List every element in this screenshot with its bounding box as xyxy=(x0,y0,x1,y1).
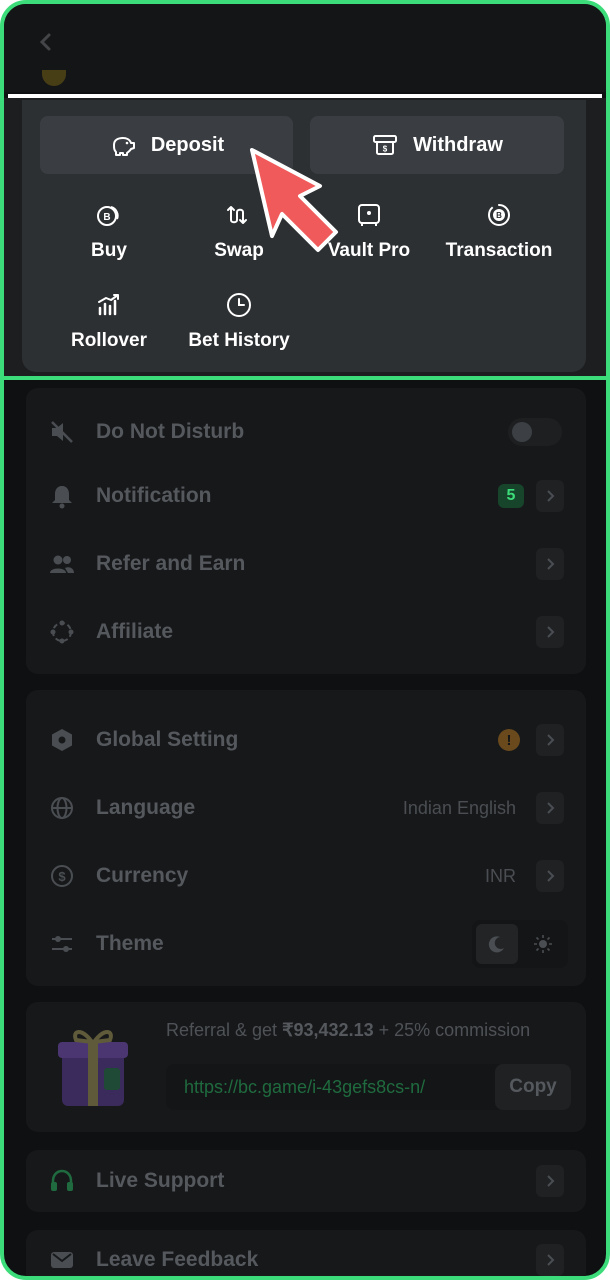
bet-history-action[interactable]: Bet History xyxy=(174,290,304,352)
menu-row-refer-and-earn[interactable]: Refer and Earn xyxy=(26,544,586,584)
deposit-label: Deposit xyxy=(150,133,225,156)
referral-amount: ₹93,432.13 xyxy=(282,1020,374,1040)
menu-row-do-not-disturb[interactable]: Do Not Disturb xyxy=(26,412,586,452)
notification-label: Notification xyxy=(96,484,212,507)
menu-row-leave-feedback[interactable]: Leave Feedback xyxy=(26,1240,586,1276)
menu-row-theme: Theme xyxy=(26,920,586,968)
dollar-circle-icon: $ xyxy=(51,865,73,887)
menu-card-notifications: Do Not Disturb Notification 5 Refer and … xyxy=(26,388,586,674)
rollover-chart-icon xyxy=(98,294,119,316)
withdraw-cash-icon: $ xyxy=(373,135,398,155)
clock-icon xyxy=(227,293,251,317)
notification-count-badge: 5 xyxy=(498,484,524,508)
buy-action[interactable]: B Buy xyxy=(44,200,174,262)
copy-button[interactable]: Copy xyxy=(495,1064,571,1110)
theme-label: Theme xyxy=(96,932,164,955)
refer-and-earn-label: Refer and Earn xyxy=(96,552,246,575)
leave-feedback-label: Leave Feedback xyxy=(96,1248,259,1271)
menu-row-affiliate[interactable]: Affiliate xyxy=(26,612,586,652)
live-support-label: Live Support xyxy=(96,1169,225,1192)
coin-icon xyxy=(42,70,66,86)
affiliate-network-icon xyxy=(50,620,74,644)
settings-hexagon-icon xyxy=(52,729,72,751)
chevron-right-icon xyxy=(536,616,564,648)
do-not-disturb-label: Do Not Disturb xyxy=(96,420,245,443)
chevron-right-icon xyxy=(536,480,564,512)
piggy-bank-icon xyxy=(112,137,135,156)
menu-row-live-support[interactable]: Live Support xyxy=(26,1161,586,1201)
referral-text: Referral & get ₹93,432.13 + 25% commissi… xyxy=(166,1020,531,1040)
back-arrow-icon[interactable] xyxy=(36,30,56,54)
global-setting-label: Global Setting xyxy=(96,728,239,751)
chevron-right-icon xyxy=(536,724,564,756)
svg-text:B: B xyxy=(103,212,110,223)
language-value: Indian English xyxy=(402,797,516,818)
referral-link-box: https://bc.game/i-43gefs8cs-n/ Copy xyxy=(166,1064,571,1110)
users-icon xyxy=(50,555,74,573)
bell-icon xyxy=(52,486,72,509)
menu-card-settings: Global Setting ! Language Indian English… xyxy=(26,690,586,986)
transaction-icon: B xyxy=(488,204,510,226)
bitcoin-coin-icon: B xyxy=(97,206,119,226)
muted-speaker-icon xyxy=(51,421,73,443)
top-bar xyxy=(4,4,606,92)
sliders-icon xyxy=(52,936,72,952)
svg-text:$: $ xyxy=(58,869,66,884)
referral-link[interactable]: https://bc.game/i-43gefs8cs-n/ xyxy=(184,1077,425,1098)
chevron-right-icon xyxy=(536,548,564,580)
withdraw-label: Withdraw xyxy=(413,133,503,156)
warning-badge: ! xyxy=(498,729,520,751)
buy-label: Buy xyxy=(91,240,127,261)
menu-row-global-setting[interactable]: Global Setting ! xyxy=(26,720,586,760)
bet-history-label: Bet History xyxy=(188,330,290,351)
transaction-action[interactable]: B Transaction xyxy=(434,200,564,262)
sun-icon[interactable] xyxy=(522,924,564,964)
leave-feedback-card[interactable]: Leave Feedback xyxy=(26,1230,586,1276)
gift-box-icon xyxy=(58,1030,128,1106)
menu-row-notification[interactable]: Notification 5 xyxy=(26,476,586,516)
rollover-label: Rollover xyxy=(70,330,148,351)
headset-icon xyxy=(51,1169,73,1191)
pointer-cursor-icon xyxy=(250,148,338,252)
live-support-card[interactable]: Live Support xyxy=(26,1150,586,1212)
phone-frame: Deposit $ Withdraw B Buy Swap Vault Pro … xyxy=(0,0,610,1280)
withdraw-button[interactable]: $ Withdraw xyxy=(310,116,564,174)
chevron-right-icon xyxy=(536,1244,564,1276)
affiliate-label: Affiliate xyxy=(96,620,174,643)
rollover-action[interactable]: Rollover xyxy=(44,290,174,352)
chevron-right-icon xyxy=(536,792,564,824)
transaction-label: Transaction xyxy=(445,240,553,261)
svg-text:B: B xyxy=(496,211,502,220)
theme-switch xyxy=(472,920,568,968)
referral-card: Referral & get ₹93,432.13 + 25% commissi… xyxy=(26,1002,586,1132)
mail-icon xyxy=(51,1252,73,1268)
vault-icon xyxy=(358,204,380,226)
currency-value: INR xyxy=(485,865,516,886)
currency-label: Currency xyxy=(96,864,189,887)
moon-icon[interactable] xyxy=(476,924,518,964)
globe-icon xyxy=(51,797,73,819)
chevron-right-icon xyxy=(536,860,564,892)
language-label: Language xyxy=(96,796,196,819)
chevron-right-icon xyxy=(536,1165,564,1197)
menu-row-language[interactable]: Language Indian English xyxy=(26,788,586,828)
menu-row-currency[interactable]: $ Currency INR xyxy=(26,856,586,896)
svg-text:$: $ xyxy=(383,145,388,154)
do-not-disturb-toggle[interactable] xyxy=(508,418,562,446)
